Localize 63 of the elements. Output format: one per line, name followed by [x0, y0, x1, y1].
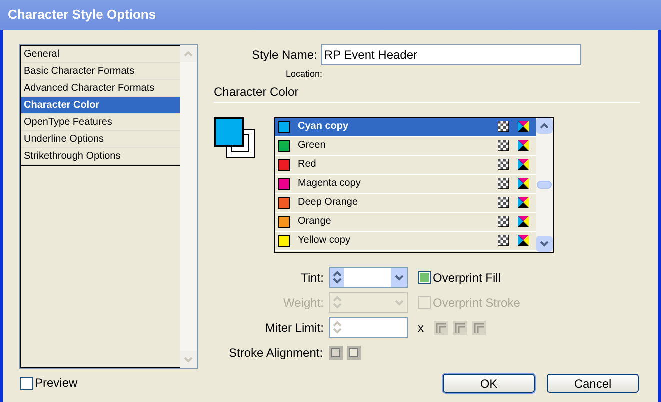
- sidebar-item[interactable]: OpenType Features: [21, 114, 180, 131]
- process-color-icon: [518, 197, 529, 208]
- process-color-icon: [518, 235, 529, 246]
- process-color-icon: [518, 140, 529, 151]
- join-icon[interactable]: [472, 320, 486, 334]
- checkbox-label: Preview: [35, 375, 78, 392]
- scrollbar[interactable]: [536, 118, 553, 252]
- scrollbar[interactable]: [180, 45, 197, 368]
- swatch-row[interactable]: Orange: [275, 212, 536, 232]
- scroll-thumb[interactable]: [537, 180, 552, 188]
- sidebar-item[interactable]: Basic Character Formats: [21, 63, 180, 80]
- field-label: Style Name:: [252, 46, 318, 64]
- swatch-row[interactable]: Green: [275, 136, 536, 156]
- process-color-icon: [518, 159, 529, 170]
- unit-label: x: [418, 320, 424, 336]
- checkered-icon: [498, 178, 509, 189]
- swatch-name: Deep Orange: [298, 196, 360, 210]
- process-color-icon: [518, 178, 529, 189]
- checkered-icon: [498, 121, 509, 132]
- sidebar-item[interactable]: Character Color: [21, 97, 180, 114]
- style-name-field[interactable]: RP Event Header: [321, 44, 582, 65]
- swatch-name: Cyan copy: [298, 120, 350, 134]
- sidebar-item[interactable]: Strikethrough Options: [21, 148, 180, 165]
- dialog-button[interactable]: OK: [443, 374, 535, 392]
- field-label: Stroke Alignment:: [229, 344, 324, 362]
- stroke-align-icon[interactable]: [329, 346, 344, 360]
- spin-field[interactable]: [329, 317, 408, 338]
- checkbox[interactable]: [20, 376, 33, 390]
- swatch-name: Yellow copy: [298, 234, 352, 248]
- sidebar-item[interactable]: General: [21, 46, 180, 63]
- checkered-icon: [498, 159, 509, 170]
- process-color-icon: [518, 121, 529, 132]
- swatch-row[interactable]: Cyan copy: [275, 118, 536, 136]
- swatch-name: Magenta copy: [298, 177, 362, 191]
- checkered-icon: [498, 235, 509, 246]
- swatch-name: Green: [298, 139, 327, 153]
- checkered-icon: [498, 197, 509, 208]
- section-title: Character Color: [214, 84, 300, 100]
- tint-combo-field[interactable]: [329, 267, 408, 288]
- checkered-icon: [498, 140, 509, 151]
- swatch-row[interactable]: Magenta copy: [275, 174, 536, 194]
- swatch-name: Orange: [298, 215, 332, 229]
- swatch-name: Red: [298, 158, 318, 172]
- dialog-button[interactable]: Cancel: [547, 374, 639, 392]
- join-icon[interactable]: [434, 320, 448, 334]
- location-label: Location:: [285, 68, 324, 81]
- checkbox-label: Overprint Fill: [433, 270, 502, 286]
- fill-stroke-swatch-drawing[interactable]: [214, 116, 255, 158]
- join-icon[interactable]: [453, 320, 467, 334]
- checkbox[interactable]: [418, 271, 431, 284]
- swatch-row[interactable]: Yellow copy: [275, 232, 536, 250]
- sidebar-item[interactable]: Underline Options: [21, 131, 180, 148]
- sidebar-item[interactable]: Advanced Character Formats: [21, 80, 180, 97]
- field-label: Tint:: [300, 270, 325, 286]
- checkbox-label: Overprint Stroke: [433, 294, 520, 312]
- stroke-align-icon[interactable]: [347, 346, 362, 360]
- checkered-icon: [498, 216, 509, 227]
- field-label: Miter Limit:: [264, 320, 325, 336]
- window-title: Character Style Options: [8, 6, 156, 24]
- swatch-row[interactable]: Red: [275, 156, 536, 174]
- swatch-row[interactable]: Deep Orange: [275, 194, 536, 212]
- process-color-icon: [518, 216, 529, 227]
- field-label: Weight:: [282, 294, 325, 312]
